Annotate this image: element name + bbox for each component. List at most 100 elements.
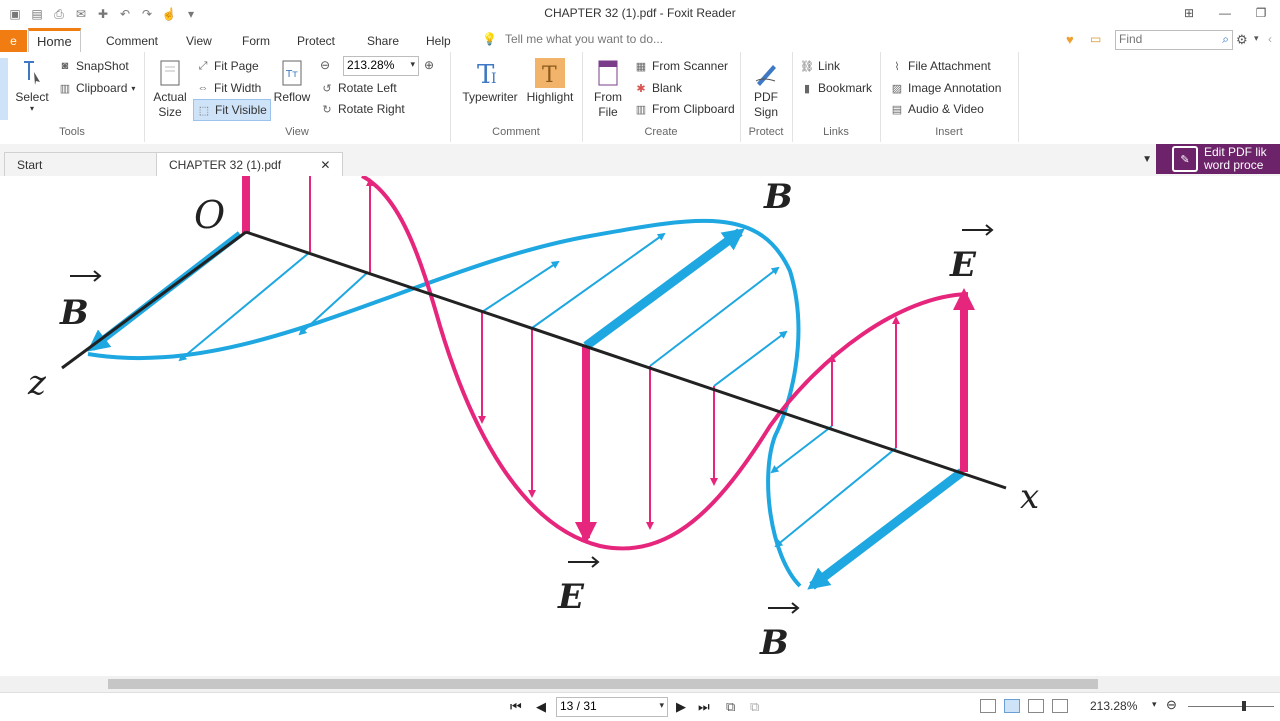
tell-me-search[interactable]: 💡 Tell me what you want to do...: [482, 32, 663, 46]
page-icon: [155, 58, 185, 88]
edit-pdf-banner[interactable]: ✎ Edit PDF lik word proce: [1156, 144, 1280, 174]
clipboard-button[interactable]: ▥ Clipboard ▾: [58, 78, 136, 98]
settings-gear-icon[interactable]: ⚙: [1236, 32, 1248, 48]
tab-start[interactable]: Start: [4, 152, 158, 177]
close-tab-icon[interactable]: ✕: [320, 158, 330, 172]
next-page-icon[interactable]: ▶: [676, 699, 686, 715]
fit-page-button[interactable]: ⤢ Fit Page: [196, 56, 259, 76]
heart-icon[interactable]: ♥: [1066, 32, 1074, 47]
status-bar: ⏮ ◀ ▾ ▶ ⏭ ⧉ ⧉ 213.28% ▾ ⊖: [0, 692, 1280, 721]
clipboard-label: Clipboard: [76, 81, 128, 95]
tab-help[interactable]: Help: [418, 30, 459, 52]
phantom-icon: ✎: [1172, 146, 1198, 172]
page-number-input[interactable]: [557, 698, 650, 714]
bookmark-button[interactable]: ▮ Bookmark: [800, 78, 872, 98]
fit-width-label: Fit Width: [214, 81, 262, 95]
b-arrow-9: [770, 425, 833, 474]
link-button[interactable]: ⛓ Link: [800, 56, 840, 76]
single-page-icon[interactable]: [980, 699, 996, 713]
lightbulb-icon: 💡: [482, 32, 497, 46]
zoom-slider-track[interactable]: [1188, 706, 1274, 707]
rotate-right-button[interactable]: ↻ Rotate Right: [320, 99, 404, 119]
fit-visible-button[interactable]: ⬚ Fit Visible: [193, 99, 271, 121]
protect-group: PDF Sign Protect: [740, 52, 793, 142]
zoom-out-icon[interactable]: ⊖: [320, 58, 330, 72]
tab-home[interactable]: Home: [28, 28, 81, 54]
zoom-dropdown[interactable]: ▾: [343, 56, 419, 76]
banner-line-2: word proce: [1204, 158, 1264, 172]
reflow-icon: Tт: [277, 58, 307, 88]
settings-chevron-icon[interactable]: ▾: [1254, 33, 1259, 44]
tab-document[interactable]: CHAPTER 32 (1).pdf ✕: [156, 152, 344, 177]
tab-protect[interactable]: Protect: [289, 30, 343, 52]
page-chevron-icon[interactable]: ▾: [659, 700, 664, 711]
bookmark-icon: ▮: [803, 82, 811, 95]
previous-view-icon[interactable]: ⧉: [726, 699, 735, 715]
page-number-box: ▾: [556, 697, 668, 717]
from-clipboard-label: From Clipboard: [652, 102, 735, 116]
ribbon-display-icon[interactable]: ⊞: [1178, 4, 1200, 22]
from-clipboard-icon: ▥: [635, 103, 647, 116]
restore-button[interactable]: ❐: [1250, 4, 1272, 22]
fit-visible-label: Fit Visible: [215, 103, 267, 117]
actual-size-button[interactable]: Actual Size: [150, 58, 190, 120]
zoom-input[interactable]: [344, 57, 403, 73]
create-group-label: Create: [644, 126, 678, 138]
tab-document-label: CHAPTER 32 (1).pdf: [169, 158, 282, 172]
typewriter-button[interactable]: TI Typewriter: [458, 58, 522, 104]
find-input[interactable]: [1116, 31, 1213, 47]
from-clipboard-button[interactable]: ▥ From Clipboard: [634, 99, 735, 119]
status-zoom-chevron-icon[interactable]: ▾: [1152, 699, 1157, 710]
zoom-in-icon[interactable]: ⊕: [424, 58, 434, 72]
b-arrow-5: [531, 232, 666, 329]
file-attachment-button[interactable]: ⌇ File Attachment: [890, 56, 990, 76]
snapshot-button[interactable]: ◙ SnapShot: [58, 56, 129, 76]
pen-sign-icon: [751, 58, 781, 88]
search-icon[interactable]: ⌕: [1222, 32, 1229, 47]
select-button[interactable]: Select ▾: [12, 58, 52, 113]
clipboard-chevron-icon: ▾: [131, 83, 136, 93]
tab-form[interactable]: Form: [234, 30, 278, 52]
document-view[interactable]: O B B E z x E B: [0, 176, 1280, 676]
last-page-icon[interactable]: ⏭: [698, 699, 710, 715]
audio-video-button[interactable]: ▤ Audio & Video: [890, 99, 984, 119]
actual-size-label: Actual Size: [153, 90, 187, 119]
tab-comment[interactable]: Comment: [98, 30, 166, 52]
links-group: ⛓ Link ▮ Bookmark Links: [792, 52, 881, 142]
ribbon-tabs: e Home Comment View Form Protect Share H…: [0, 28, 1280, 54]
reflow-button[interactable]: Tт Reflow: [272, 58, 312, 104]
pdf-sign-button[interactable]: PDF Sign: [746, 58, 786, 120]
zoom-slider-thumb[interactable]: [1242, 701, 1246, 711]
file-tab[interactable]: e: [0, 30, 27, 52]
status-zoom-out-icon[interactable]: ⊖: [1166, 697, 1177, 713]
scrollbar-thumb[interactable]: [108, 679, 1098, 689]
vector-arrow-b-bottom: [768, 602, 800, 614]
facing-pages-icon[interactable]: [1028, 699, 1044, 713]
collapse-ribbon-icon[interactable]: ‹: [1268, 32, 1272, 46]
continuous-page-icon[interactable]: [1004, 699, 1020, 713]
tab-share[interactable]: Share: [359, 30, 407, 52]
image-annotation-button[interactable]: ▨ Image Annotation: [890, 78, 1002, 98]
rotate-left-button[interactable]: ↺ Rotate Left: [320, 78, 397, 98]
horizontal-scrollbar[interactable]: [0, 676, 1280, 692]
highlight-button[interactable]: T Highlight: [522, 58, 578, 104]
continuous-facing-icon[interactable]: [1052, 699, 1068, 713]
minimize-button[interactable]: —: [1214, 4, 1236, 22]
from-scanner-button[interactable]: ▦ From Scanner: [634, 56, 728, 76]
hand-tool-button[interactable]: [0, 58, 8, 120]
tab-list-chevron-icon[interactable]: ▼: [1142, 154, 1152, 165]
rotate-left-label: Rotate Left: [338, 81, 397, 95]
from-file-button[interactable]: From File: [590, 58, 626, 120]
blank-button[interactable]: ✱ Blank: [634, 78, 682, 98]
zoom-chevron-icon: ▾: [410, 59, 415, 69]
previous-page-icon[interactable]: ◀: [536, 699, 546, 715]
image-annotation-label: Image Annotation: [908, 81, 1002, 95]
fit-width-button[interactable]: ⇔ Fit Width: [196, 78, 262, 98]
tab-view[interactable]: View: [178, 30, 220, 52]
blank-page-icon: ✱: [636, 82, 646, 95]
label-b-left: B: [59, 293, 89, 333]
next-view-icon[interactable]: ⧉: [750, 699, 759, 715]
first-page-icon[interactable]: ⏮: [510, 699, 522, 715]
find-folder-icon[interactable]: ▭: [1090, 32, 1101, 46]
status-zoom-value[interactable]: 213.28%: [1090, 699, 1137, 713]
